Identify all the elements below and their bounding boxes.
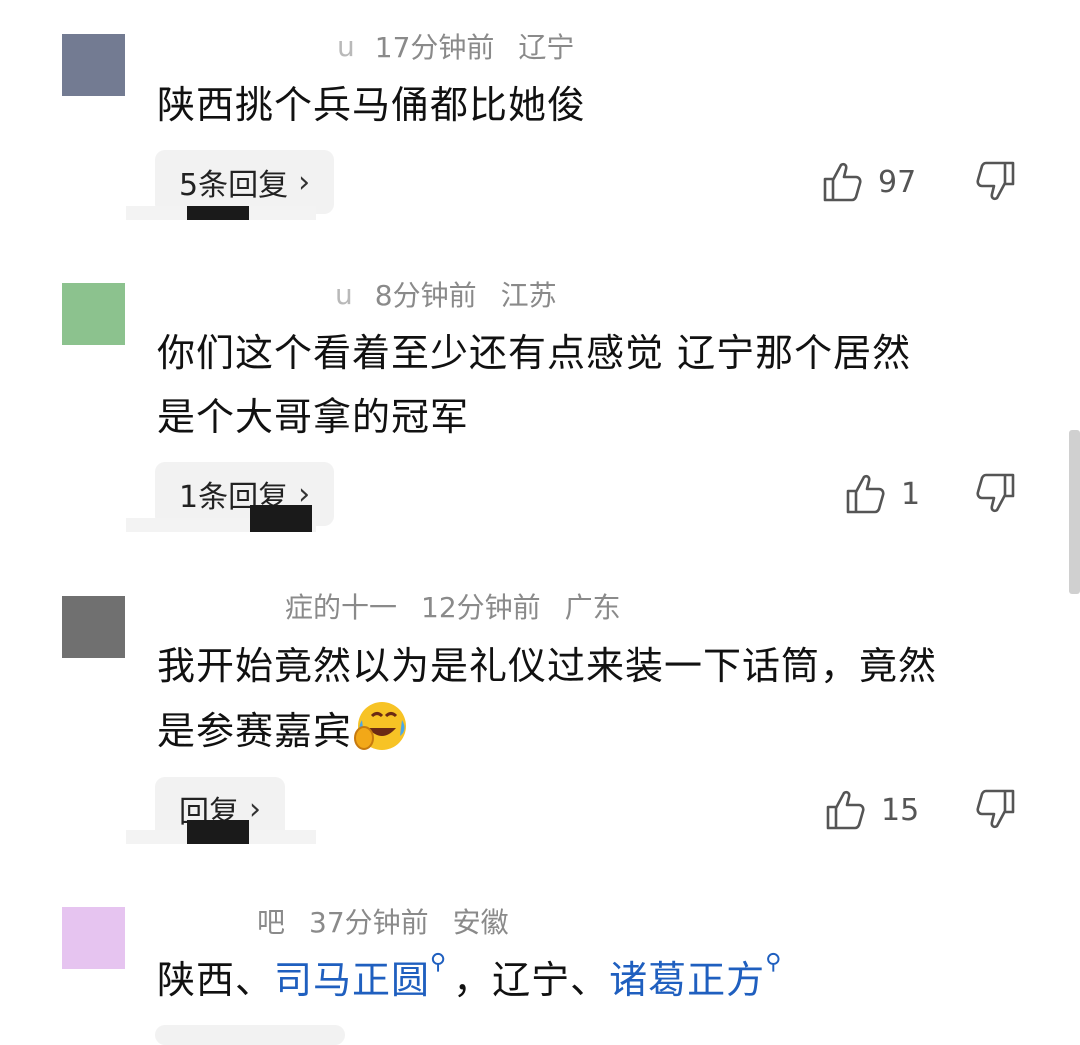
user-name[interactable]: 症的十一: [285, 586, 397, 626]
thumbs-up-icon: [845, 473, 885, 515]
thumbs-down-icon: [976, 788, 1020, 830]
dislike-button[interactable]: [976, 472, 1020, 522]
avatar[interactable]: [62, 283, 125, 345]
chevron-right-icon: ›: [298, 164, 311, 200]
comment-time: 12分钟前: [421, 591, 541, 624]
comment-text-line: 是参赛嘉宾: [157, 698, 1037, 763]
user-name[interactable]: u: [337, 30, 355, 63]
comment-text: 我开始竟然以为是礼仪过来装一下话筒，竟然 是参赛嘉宾: [157, 634, 1037, 763]
like-count: 97: [878, 164, 917, 200]
replies-label: 5条回复: [179, 168, 289, 203]
comment-meta: 症的十一 12分钟前 广东: [157, 586, 621, 626]
replies-button[interactable]: 5条回复 ›: [155, 150, 335, 214]
comment-text-line: 你们这个看着至少还有点感觉 辽宁那个居然: [157, 331, 912, 375]
dislike-button[interactable]: [976, 160, 1020, 210]
comment-text: 你们这个看着至少还有点感觉 辽宁那个居然 是个大哥拿的冠军: [157, 321, 1037, 449]
comment-location: 辽宁: [518, 31, 575, 64]
search-icon[interactable]: ⚲: [765, 948, 782, 978]
like-button[interactable]: 15: [825, 785, 919, 835]
avatar[interactable]: [62, 907, 125, 969]
comment-text-line: 我开始竟然以为是礼仪过来装一下话筒，竟然: [157, 644, 938, 688]
comment-text-fragment: 是参赛嘉宾: [157, 709, 353, 753]
thumbs-down-icon: [976, 160, 1020, 202]
search-link[interactable]: 诸葛正方: [609, 958, 765, 1002]
like-button[interactable]: 97: [822, 157, 916, 207]
comment-time: 17分钟前: [374, 31, 495, 64]
search-icon[interactable]: ⚲: [430, 948, 447, 978]
dislike-button[interactable]: [976, 788, 1020, 838]
thumbs-up-icon: [825, 789, 865, 831]
comment-text-fragment: ，辽宁、: [453, 958, 610, 1002]
user-name[interactable]: 吧: [257, 901, 285, 941]
comment-text: 陕西、司马正圆⚲ ，辽宁、诸葛正方⚲: [157, 948, 1037, 1012]
like-count: 1: [901, 476, 921, 512]
redaction-mark: [187, 206, 249, 220]
comment-meta: u 17分钟前 辽宁: [157, 26, 574, 66]
comment-location: 广东: [564, 591, 621, 624]
comment-text-line: 陕西挑个兵马俑都比她俊: [157, 83, 587, 127]
comment-meta: 吧 37分钟前 安徽: [157, 901, 509, 941]
avatar[interactable]: [62, 596, 125, 658]
search-link[interactable]: 司马正圆: [274, 958, 430, 1002]
comment-time: 37分钟前: [309, 906, 429, 939]
comment-time: 8分钟前: [374, 279, 477, 312]
redaction-mark: [250, 505, 312, 532]
user-name[interactable]: u: [335, 278, 353, 311]
redaction-mark: [187, 820, 249, 844]
comment-location: 江苏: [500, 279, 557, 312]
laughing-crying-emoji-icon: [352, 698, 408, 754]
scrollbar[interactable]: [1069, 430, 1080, 594]
comment-location: 安徽: [452, 906, 509, 939]
like-count: 15: [881, 792, 920, 828]
thumbs-down-icon: [976, 472, 1020, 514]
chevron-right-icon: ›: [249, 791, 261, 827]
avatar[interactable]: [62, 34, 125, 96]
comment-text-line: 是个大哥拿的冠军: [157, 395, 470, 439]
comment-text-fragment: 陕西、: [157, 958, 275, 1002]
comment-meta: u 8分钟前 江苏: [157, 274, 557, 314]
like-button[interactable]: 1: [845, 469, 920, 519]
thumbs-up-icon: [822, 161, 862, 203]
replies-button[interactable]: [155, 1025, 345, 1045]
comment-text: 陕西挑个兵马俑都比她俊: [157, 73, 1037, 137]
